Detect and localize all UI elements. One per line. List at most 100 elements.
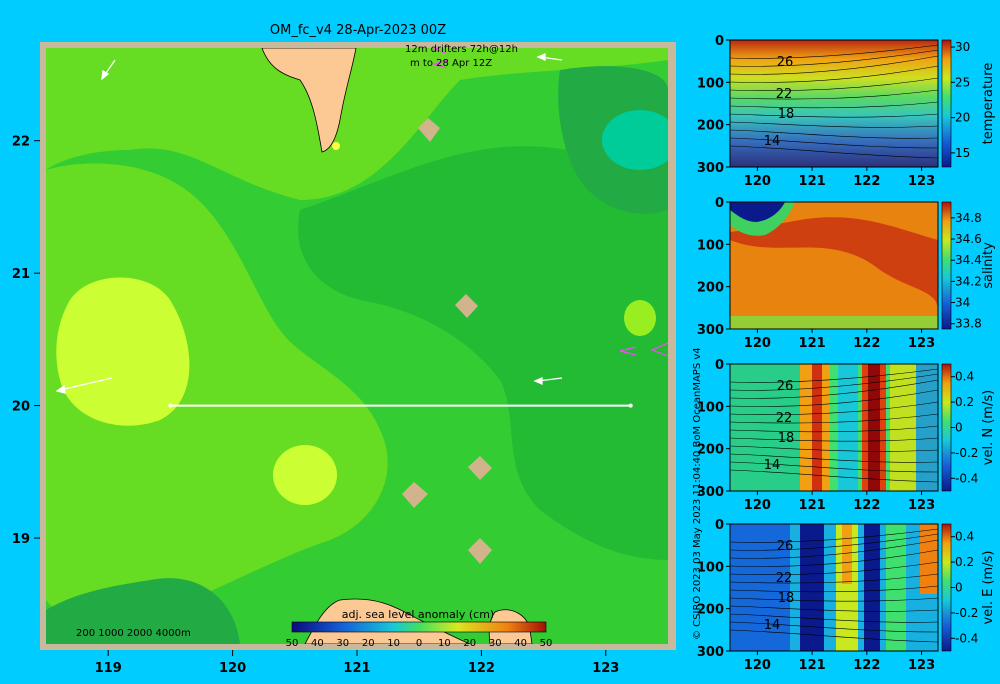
map-lat-tick-label: 19 — [12, 532, 30, 547]
colorbar-tick-label: 0.4 — [955, 370, 974, 384]
colorbar-tick-label: 34 — [955, 296, 970, 310]
vel-e-band-3 — [842, 524, 852, 584]
contour-label: 26 — [777, 379, 794, 394]
section-y-tick-label: 300 — [697, 645, 724, 660]
vel-e-colorbar-ticks: -0.4 -0.2 0 0.2 0.4 — [951, 530, 978, 645]
section-panel-salinity: 120 121 122 123 0 100 200 300 33.8 34 34.2 34.4 34.… — [697, 196, 996, 351]
section-y-tick-label: 300 — [697, 161, 724, 176]
section-x-tick-label: 123 — [908, 174, 935, 189]
map-lon-tick-label: 119 — [95, 661, 122, 676]
ssh-colorbar-tick-label: 30 — [336, 638, 349, 649]
section-x-tick-label: 121 — [799, 174, 826, 189]
contour-label: 22 — [776, 411, 793, 426]
contour-label: 14 — [764, 618, 781, 633]
temperature-colorbar — [941, 39, 952, 168]
colorbar-tick-label: 20 — [955, 111, 970, 125]
ssh-colorbar-tick-label: 50 — [286, 638, 299, 649]
map-lon-axis: 119 120 121 122 123 — [95, 650, 619, 676]
contour-label: 14 — [764, 134, 781, 149]
section-y-tick-label: 100 — [697, 76, 724, 91]
colorbar-tick-label: -0.4 — [955, 471, 978, 485]
contour-label: 22 — [776, 571, 793, 586]
map-lat-tick-label: 22 — [12, 135, 30, 150]
vel-e-colorbar — [941, 523, 952, 652]
map-title: OM_fc_v4 28-Apr-2023 00Z — [270, 23, 446, 38]
section-panel-vel-e: 26221814 120 121 122 1230100200300 -0.4-0.2… — [697, 518, 996, 673]
colorbar-tick-label: 25 — [955, 75, 970, 89]
map-lat-tick-label: 21 — [12, 267, 30, 282]
section-y-tick-label: 200 — [697, 281, 724, 296]
colorbar-tick-label: 34.8 — [955, 211, 982, 225]
ssh-cold-eddy — [602, 110, 668, 170]
vel-e-band-1 — [800, 524, 824, 651]
ssh-colorbar-tick-label: 50 — [540, 638, 553, 649]
section-y-tick-label: 0 — [715, 196, 724, 211]
map-lon-tick-label: 123 — [592, 661, 619, 676]
section-x-tick-label: 122 — [853, 658, 880, 673]
section-x-tick-label: 121 — [799, 658, 826, 673]
colorbar-tick-label: -0.2 — [955, 606, 978, 620]
section-y-tick-label: 0 — [715, 34, 724, 49]
vel-e-band-5 — [886, 524, 906, 651]
section-x-tick-label: 122 — [853, 498, 880, 513]
contour-label: 18 — [778, 431, 795, 446]
ssh-colorbar-tick-label: 40 — [311, 638, 324, 649]
section-x-tick-label: 120 — [744, 658, 771, 673]
drifter-legend-line2: m to 28 Apr 12Z — [410, 58, 492, 69]
ssh-colorbar-tick-label: 40 — [514, 638, 527, 649]
vel-n-band-2 — [812, 364, 822, 491]
colorbar-tick-label: 0 — [955, 421, 963, 435]
ssh-colorbar-tick-label: 30 — [489, 638, 502, 649]
map-lon-tick-label: 121 — [343, 661, 370, 676]
island-marker — [332, 142, 340, 150]
vel-n-band-3 — [838, 364, 858, 491]
contour-label: 26 — [777, 55, 794, 70]
ssh-warm-spot — [624, 300, 656, 336]
colorbar-tick-label: 0.2 — [955, 395, 974, 409]
ssh-colorbar-tick-label: 10 — [438, 638, 451, 649]
figure: 119 120 121 122 123 19 20 21 22 OM_fc_v4 28-Apr… — [0, 0, 1000, 680]
section-y-tick-label: 0 — [715, 518, 724, 533]
section-x-tick-label: 122 — [853, 336, 880, 351]
section-x-tick-label: 123 — [908, 498, 935, 513]
colorbar-tick-label: 30 — [955, 40, 970, 54]
drifter-legend-line1: 12m drifters 72h@12h — [405, 44, 518, 55]
section-x-tick-label: 121 — [799, 498, 826, 513]
colorbar-tick-label: 34.4 — [955, 253, 982, 267]
section-y-tick-label: 0 — [715, 358, 724, 373]
section-y-tick-label: 200 — [697, 119, 724, 134]
section-panel-temperature: 26 22 18 14 120 121 122 123 0 100 200 300 15 20 25 30… — [697, 34, 996, 189]
ssh-colorbar-tick-label: 10 — [387, 638, 400, 649]
colorbar-tick-label: 0.4 — [955, 530, 974, 544]
vel-n-colorbar — [941, 363, 952, 492]
map-lat-axis: 19 20 21 22 — [12, 135, 40, 547]
colorbar-tick-label: -0.4 — [955, 631, 978, 645]
map-lon-tick-label: 122 — [468, 661, 495, 676]
temperature-label: temperature — [981, 63, 996, 145]
section-x-tick-label: 121 — [799, 336, 826, 351]
contour-label: 22 — [776, 87, 793, 102]
sea-level-map: 119 120 121 122 123 19 20 21 22 OM_fc_v4 28-Apr… — [12, 23, 676, 676]
colorbar-tick-label: 34.2 — [955, 274, 982, 288]
ssh-colorbar-tick-label: 0 — [416, 638, 422, 649]
ssh-colorbar-title: adj. sea level anomaly (cm) — [342, 608, 494, 621]
map-lon-tick-label: 120 — [219, 661, 246, 676]
contour-label: 18 — [778, 591, 795, 606]
contour-label: 14 — [764, 458, 781, 473]
colorbar-tick-label: 34.6 — [955, 232, 982, 246]
contour-label: 26 — [777, 539, 794, 554]
salinity-colorbar — [941, 201, 952, 330]
section-x-tick-label: 122 — [853, 174, 880, 189]
section-y-tick-label: 300 — [697, 323, 724, 338]
colorbar-tick-label: 0 — [955, 581, 963, 595]
vel-n-label: vel. N (m/s) — [981, 390, 996, 465]
ssh-warm-eddy-small — [273, 445, 337, 505]
ssh-colorbar-tick-label: 20 — [362, 638, 375, 649]
figure-canvas: 119 120 121 122 123 19 20 21 22 OM_fc_v4 28-Apr… — [12, 23, 996, 676]
map-lat-tick-label: 20 — [12, 400, 30, 415]
section-x-tick-label: 120 — [744, 336, 771, 351]
temperature-colorbar-ticks: 15 20 25 30 — [951, 40, 970, 160]
vel-n-colorbar-ticks: -0.4 -0.2 0 0.2 0.4 — [951, 370, 978, 485]
section-x-tick-label: 123 — [908, 658, 935, 673]
salinity-colorbar-ticks: 33.8 34 34.2 34.4 34.6 34.8 — [951, 211, 982, 331]
